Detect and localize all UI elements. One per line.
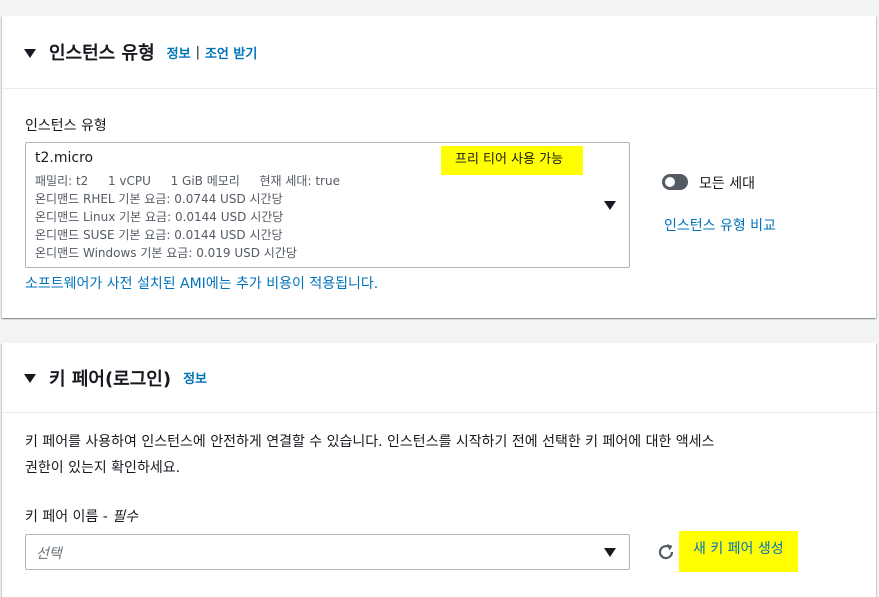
family-text: 패밀리: t2 (35, 174, 89, 188)
field-label-text: 키 페어 이름 - (25, 509, 113, 525)
instance-specs: 패밀리: t2 1 vCPU 1 GiB 메모리 현재 세대: true (35, 172, 340, 190)
create-key-pair-button[interactable]: 새 키 페어 생성 (679, 531, 798, 572)
instance-type-header[interactable]: 인스턴스 유형 정보 | 조언 받기 (2, 16, 876, 89)
instance-type-field-label: 인스턴스 유형 (25, 118, 107, 134)
free-tier-badge: 프리 티어 사용 가능 (441, 146, 584, 175)
ami-cost-note-link[interactable]: 소프트웨어가 사전 설치된 AMI에는 추가 비용이 적용됩니다. (25, 273, 378, 293)
vcpu-text: 1 vCPU (107, 174, 151, 188)
collapse-caret-icon[interactable] (24, 48, 36, 58)
instance-type-panel: 인스턴스 유형 정보 | 조언 받기 인스턴스 유형 t2.micro 프리 티… (2, 16, 876, 318)
dropdown-arrow-icon (604, 201, 616, 210)
panel-title: 인스턴스 유형 (49, 43, 155, 64)
description-line: 권한이 있는지 확인하세요. (25, 460, 181, 476)
pricing-suse: 온디맨드 SUSE 기본 요금: 0.0144 USD 시간당 (35, 228, 283, 242)
generation-text: 현재 세대: true (259, 174, 340, 188)
toggle-knob (665, 177, 675, 187)
compare-instance-types-link[interactable]: 인스턴스 유형 비교 (664, 215, 776, 235)
pricing-windows: 온디맨드 Windows 기본 요금: 0.019 USD 시간당 (35, 246, 297, 260)
required-marker: 필수 (112, 509, 139, 525)
advice-link[interactable]: 조언 받기 (205, 43, 257, 62)
key-pair-description: 키 페어를 사용하여 인스턴스에 안전하게 연결할 수 있습니다. 인스턴스를 … (25, 429, 714, 481)
key-pair-panel: 키 페어(로그인) 정보 키 페어를 사용하여 인스턴스에 안전하게 연결할 수… (2, 343, 876, 597)
dropdown-arrow-icon (604, 548, 616, 557)
instance-type-select[interactable]: t2.micro 프리 티어 사용 가능 패밀리: t2 1 vCPU 1 Gi… (25, 142, 630, 268)
all-generations-label: 모든 세대 (699, 176, 755, 192)
panel-title: 키 페어(로그인) (49, 368, 172, 390)
pricing-rhel: 온디맨드 RHEL 기본 요금: 0.0744 USD 시간당 (35, 192, 283, 206)
key-pair-field-label: 키 페어 이름 - 필수 (25, 506, 138, 526)
header-separator: | (195, 44, 200, 60)
info-link[interactable]: 정보 (167, 43, 191, 62)
all-generations-toggle[interactable] (662, 174, 688, 190)
collapse-caret-icon[interactable] (24, 374, 36, 383)
refresh-icon[interactable] (655, 541, 677, 563)
info-link[interactable]: 정보 (183, 368, 207, 387)
key-pair-select[interactable]: 선택 (25, 534, 630, 570)
key-pair-header[interactable]: 키 페어(로그인) 정보 (2, 343, 876, 413)
pricing-linux: 온디맨드 Linux 기본 요금: 0.0144 USD 시간당 (35, 210, 284, 224)
select-placeholder: 선택 (36, 546, 62, 562)
description-line: 키 페어를 사용하여 인스턴스에 안전하게 연결할 수 있습니다. 인스턴스를 … (25, 434, 715, 450)
memory-text: 1 GiB 메모리 (170, 174, 240, 188)
instance-name: t2.micro (35, 150, 94, 166)
